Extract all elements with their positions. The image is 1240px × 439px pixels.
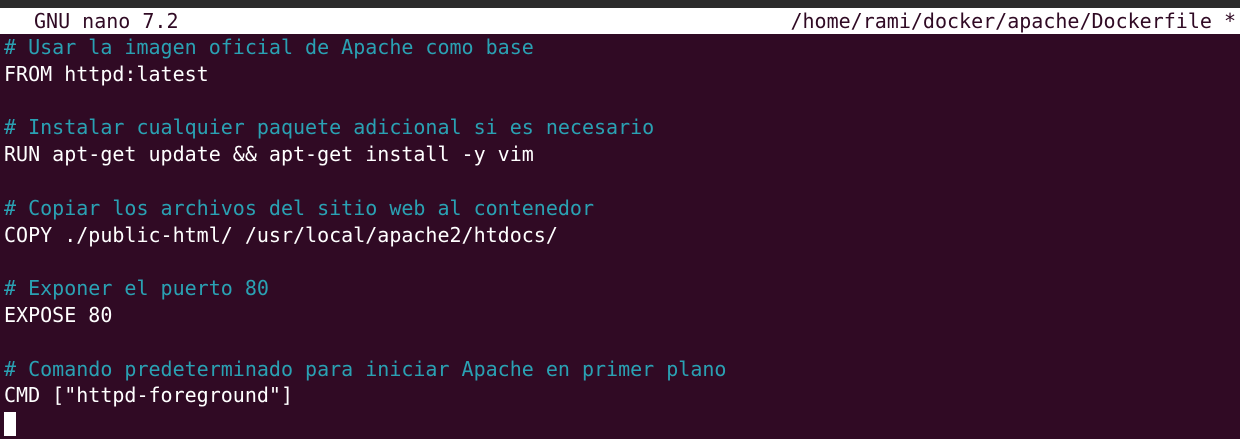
text-cursor <box>4 411 16 436</box>
editor-line-blank[interactable] <box>4 248 1236 275</box>
editor-line-comment[interactable]: # Copiar los archivos del sitio web al c… <box>4 195 1236 222</box>
editor-line-blank[interactable] <box>4 329 1236 356</box>
editor-line-blank[interactable] <box>4 88 1236 115</box>
editor-line-code[interactable]: COPY ./public-html/ /usr/local/apache2/h… <box>4 222 1236 249</box>
editor-line-cursor[interactable] <box>4 409 1236 436</box>
editor-line-comment[interactable]: # Usar la imagen oficial de Apache como … <box>4 34 1236 61</box>
nano-title-bar: GNU nano 7.2 /home/rami/docker/apache/Do… <box>0 8 1240 34</box>
nano-version-label: GNU nano 7.2 <box>34 9 179 33</box>
file-path-label: /home/rami/docker/apache/Dockerfile * <box>790 9 1236 33</box>
editor-line-code[interactable]: CMD ["httpd-foreground"] <box>4 382 1236 409</box>
editor-line-code[interactable]: RUN apt-get update && apt-get install -y… <box>4 141 1236 168</box>
editor-line-code[interactable]: EXPOSE 80 <box>4 302 1236 329</box>
editor-line-comment[interactable]: # Instalar cualquier paquete adicional s… <box>4 114 1236 141</box>
editor-line-comment[interactable]: # Comando predeterminado para iniciar Ap… <box>4 356 1236 383</box>
window-top-strip <box>0 0 1240 8</box>
editor-line-comment[interactable]: # Exponer el puerto 80 <box>4 275 1236 302</box>
editor-text-area[interactable]: # Usar la imagen oficial de Apache como … <box>4 34 1236 436</box>
editor-line-code[interactable]: FROM httpd:latest <box>4 61 1236 88</box>
editor-line-blank[interactable] <box>4 168 1236 195</box>
